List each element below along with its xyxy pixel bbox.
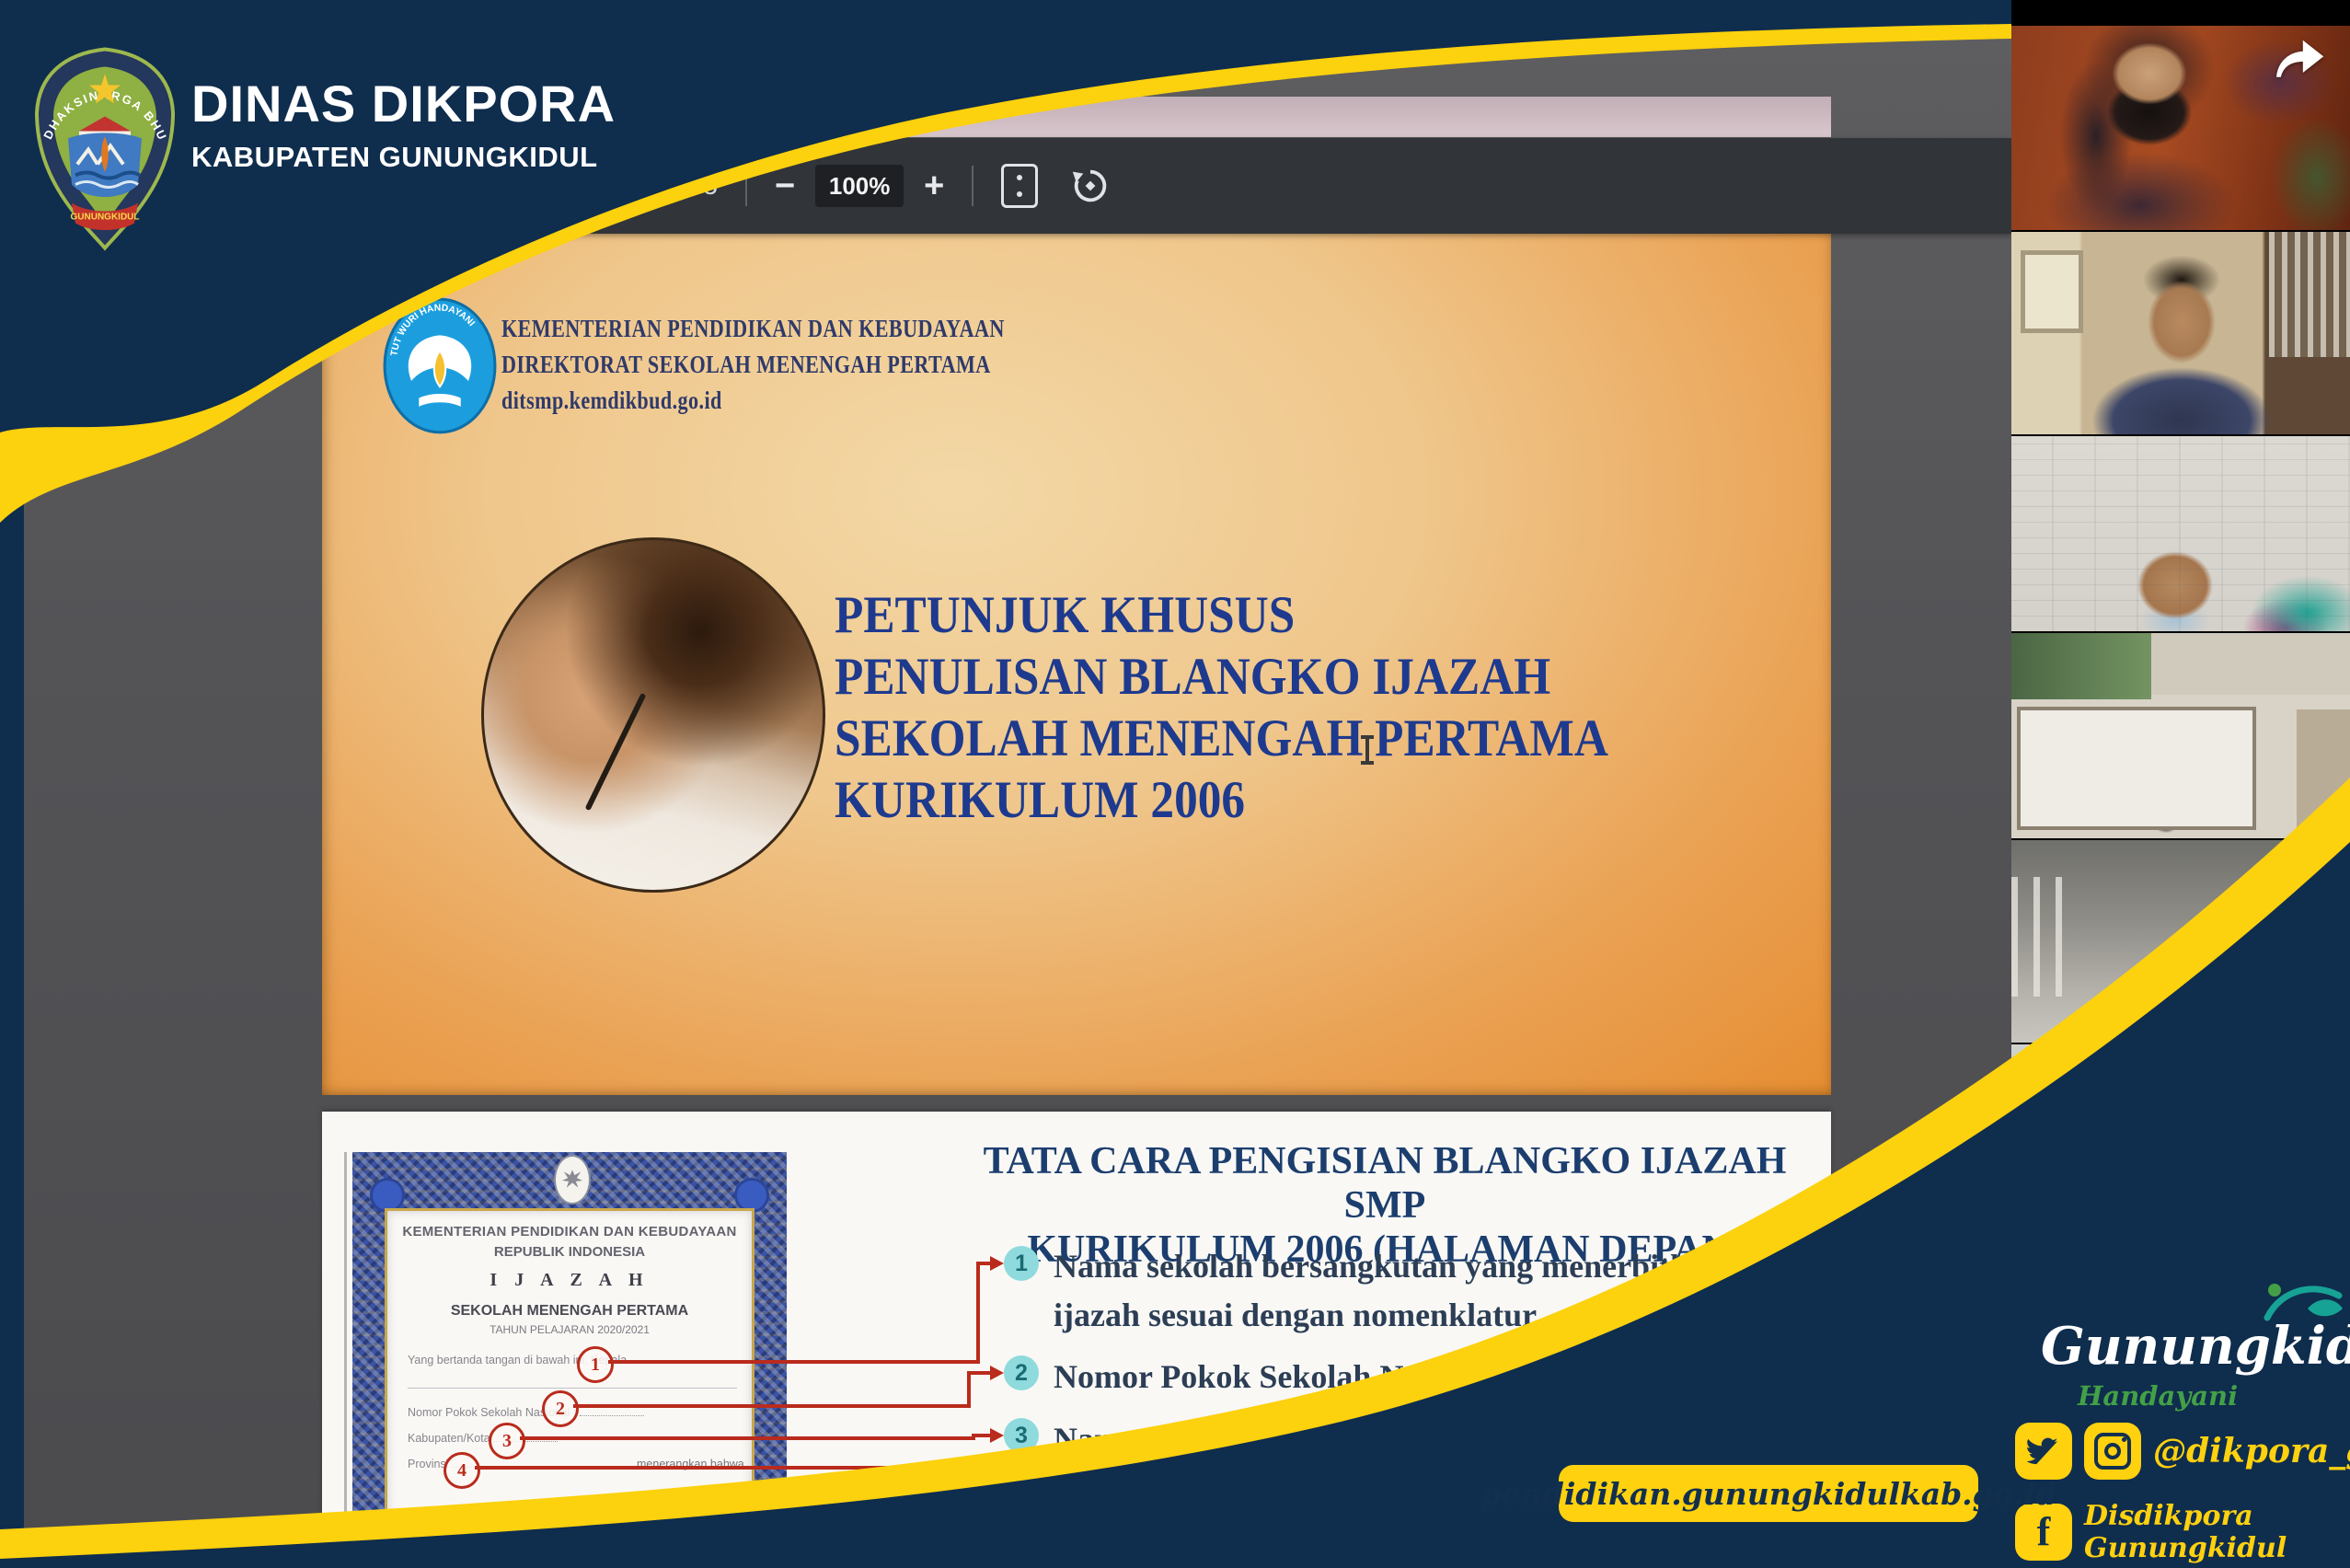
- ministry-header: KEMENTERIAN PENDIDIKAN DAN KEBUDAYAAN DI…: [501, 311, 1005, 419]
- handayani-tagline: Handayani: [2078, 1380, 2238, 1412]
- ministry-line1: KEMENTERIAN PENDIDIKAN DAN KEBUDAYAAN: [501, 311, 1005, 347]
- gunungkidul-wordmark: Gunungkidul: [2041, 1316, 2350, 1377]
- facebook-page-name: Disdikpora Gunungkidul: [2084, 1500, 2350, 1564]
- crest-ribbon-text: GUNUNGKIDUL: [71, 213, 140, 223]
- toolbar-separator: [972, 166, 973, 206]
- tv-screen: [2087, 1098, 2236, 1212]
- cabinet: [2297, 709, 2350, 838]
- participant-video-6[interactable]: [2011, 1044, 2350, 1255]
- cert-title: I J A Z A H: [387, 1270, 752, 1291]
- participant-video-1[interactable]: [2011, 26, 2350, 232]
- cert-underline: [408, 1388, 737, 1389]
- title-line2: PENULISAN BLANGKO IJAZAH: [835, 646, 1608, 708]
- social-handle: @dikpora_gk: [2153, 1432, 2350, 1470]
- participant-video-2[interactable]: [2011, 232, 2350, 436]
- hand-writing-photo: [481, 537, 825, 893]
- certificate-body: KEMENTERIAN PENDIDIKAN DAN KEBUDAYAAN RE…: [387, 1211, 752, 1568]
- item-2-number: 2: [1004, 1355, 1039, 1390]
- share-icon[interactable]: [2269, 31, 2328, 85]
- screen-share-region: TUT WURI HANDAYANI KEMENTERIAN PENDIDIKA…: [24, 26, 2011, 1568]
- item-3-number: 3: [1004, 1418, 1039, 1453]
- ministry-line3: ditsmp.kemdikbud.go.id: [501, 383, 1005, 419]
- zoom-level-value[interactable]: 100%: [815, 165, 904, 207]
- cert-field-3: Kabupaten/Kota: [408, 1432, 558, 1445]
- certificate-corner-seal-left: [370, 1178, 405, 1213]
- social-row-1: @dikpora_gk: [2015, 1423, 2350, 1480]
- ijazah-certificate-preview: KEMENTERIAN PENDIDIKAN DAN KEBUDAYAAN RE…: [352, 1152, 787, 1568]
- title-line1: PETUNJUK KHUSUS: [835, 584, 1608, 646]
- meeting-window: TUT WURI HANDAYANI KEMENTERIAN PENDIDIKA…: [0, 0, 2350, 1568]
- facebook-icon: f: [2015, 1504, 2072, 1561]
- ministry-line2: DIREKTORAT SEKOLAH MENENGAH PERTAMA: [501, 347, 1005, 383]
- cert-ministry-line2: REPUBLIK INDONESIA: [387, 1244, 752, 1260]
- certificate-page-fold: [344, 1152, 347, 1568]
- cert-field-1: Yang bertanda tangan di bawah ini, Kepal…: [408, 1354, 695, 1366]
- participant-video-5[interactable]: [2011, 840, 2350, 1044]
- cert-field-4-note: menerangkan bahwa: [637, 1458, 744, 1470]
- page-divider: /: [671, 171, 678, 201]
- zoom-in-button[interactable]: +: [924, 168, 944, 203]
- page-total: 55: [689, 171, 718, 201]
- cert-marker-4: 4: [444, 1452, 480, 1489]
- agency-title-block: DINAS DIKPORA KABUPATEN GUNUNGKIDUL: [191, 74, 616, 174]
- cert-subtitle: SEKOLAH MENENGAH PERTAMA: [387, 1303, 752, 1320]
- cert-marker-2: 2: [542, 1390, 579, 1427]
- social-row-2: f Disdikpora Gunungkidul: [2015, 1500, 2350, 1564]
- slide2-heading-line1: TATA CARA PENGISIAN BLANGKO IJAZAH SMP: [975, 1139, 1794, 1228]
- agency-name: DINAS DIKPORA: [191, 74, 616, 133]
- item-1-text: Nama sekolah bersangkutan yang menerbitk…: [1054, 1242, 1723, 1340]
- twitter-icon: [2015, 1423, 2072, 1480]
- cert-ministry-line1: KEMENTERIAN PENDIDIKAN DAN KEBUDAYAAN: [387, 1224, 752, 1239]
- cert-marker-3: 3: [489, 1423, 525, 1459]
- website-pill: pendidikan.gunungkidulkab.go.id: [1559, 1465, 1978, 1522]
- garuda-icon: [560, 1166, 584, 1193]
- toolbar-separator: [745, 166, 747, 206]
- participant-video-4[interactable]: [2011, 633, 2350, 840]
- text-cursor-icon: [1365, 735, 1369, 765]
- garuda-emblem: [554, 1155, 591, 1205]
- gunungkidul-crest-logo: DHAKSINARGA BHUMIKARTA GUNUNGKIDUL: [31, 46, 179, 254]
- video-strip-top-bar: [2011, 0, 2350, 26]
- cert-marker-1: 1: [577, 1346, 614, 1383]
- zoom-out-button[interactable]: −: [775, 168, 795, 203]
- green-banner: [2011, 633, 2151, 699]
- instagram-icon: [2084, 1423, 2141, 1480]
- rotate-page-icon[interactable]: [1069, 165, 1112, 207]
- title-line4: KURIKULUM 2006: [835, 769, 1608, 831]
- certificate-corner-seal-right: [734, 1178, 769, 1213]
- item-1-number: 1: [1004, 1246, 1039, 1281]
- slide-title: PETUNJUK KHUSUS PENULISAN BLANGKO IJAZAH…: [835, 584, 1608, 831]
- pdf-page-12-title-slide: TUT WURI HANDAYANI KEMENTERIAN PENDIDIKA…: [322, 233, 1831, 1095]
- tut-wuri-handayani-logo: TUT WURI HANDAYANI: [383, 297, 497, 435]
- participant-video-3[interactable]: [2011, 436, 2350, 633]
- page-number-input[interactable]: 12: [612, 165, 660, 207]
- cert-year: TAHUN PELAJARAN 2020/2021: [387, 1323, 752, 1336]
- item-2-text: Nomor Pokok Sekolah Nasional (NPSN): [1054, 1353, 1619, 1401]
- cert-field-2: Nomor Pokok Sekolah Nasional :: [408, 1406, 644, 1419]
- fit-page-icon[interactable]: [1001, 164, 1038, 208]
- title-line3: SEKOLAH MENENGAH PERTAMA: [835, 708, 1608, 769]
- agency-region: KABUPATEN GUNUNGKIDUL: [191, 141, 616, 174]
- whiteboard: [2017, 707, 2256, 830]
